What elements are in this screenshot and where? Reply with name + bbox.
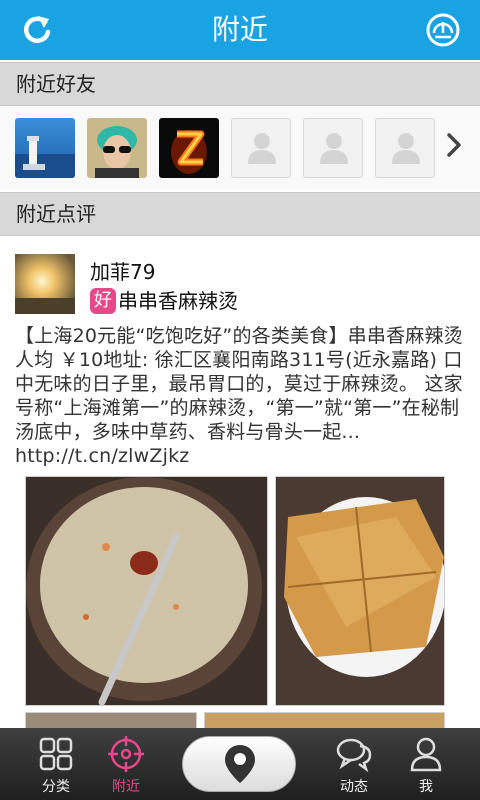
nav-label: 我 — [419, 779, 433, 795]
reviewer-avatar[interactable] — [15, 254, 75, 314]
nav-activity[interactable]: 动态 — [314, 728, 394, 800]
friend-avatar-flame-z[interactable] — [159, 118, 219, 178]
nearby-reviews-header: 附近点评 — [0, 192, 480, 236]
chat-bubbles-icon — [336, 738, 372, 772]
nav-label: 动态 — [340, 779, 368, 795]
review-photo-3[interactable] — [25, 712, 197, 728]
bottom-nav: 分类 附近 动态 我 — [0, 728, 480, 800]
nav-nearby[interactable]: 附近 — [86, 728, 166, 800]
good-rating-badge: 好 — [90, 288, 116, 314]
shop-name[interactable]: 串串香麻辣烫 — [118, 288, 238, 314]
nav-label: 分类 — [42, 779, 70, 795]
friend-avatar-default[interactable] — [231, 118, 291, 178]
friend-avatar-default[interactable] — [303, 118, 363, 178]
person-icon — [410, 737, 442, 772]
friend-avatar-lighthouse[interactable] — [15, 118, 75, 178]
review-text[interactable]: 【上海20元能“吃饱吃好”的各类美食】串串香麻辣烫人均 ￥10地址: 徐汇区襄阳… — [15, 324, 465, 468]
chevron-right-icon[interactable] — [444, 130, 464, 160]
section-title: 附近点评 — [16, 202, 96, 226]
friend-avatar-default[interactable] — [375, 118, 435, 178]
nav-me[interactable]: 我 — [386, 728, 466, 800]
user-silhouette-icon — [392, 133, 420, 164]
page-title: 附近 — [211, 13, 268, 46]
user-silhouette-icon — [320, 133, 348, 164]
reviewer-name[interactable]: 加菲79 — [90, 256, 155, 285]
grid-icon — [39, 737, 73, 771]
friends-list — [0, 106, 480, 190]
review-photo-soup[interactable] — [25, 476, 268, 706]
review-photo-4[interactable] — [204, 712, 445, 728]
section-title: 附近好友 — [16, 72, 96, 96]
friend-avatar-sunglasses[interactable] — [87, 118, 147, 178]
nav-label: 附近 — [112, 779, 140, 795]
review-photo-pancake[interactable] — [275, 476, 445, 706]
user-silhouette-icon — [248, 133, 276, 164]
location-pin-icon — [225, 745, 255, 783]
location-button[interactable] — [182, 736, 296, 792]
nav-category[interactable]: 分类 — [16, 728, 96, 800]
nearby-friends-header: 附近好友 — [0, 62, 480, 106]
radar-scan-icon[interactable] — [423, 10, 463, 50]
review-item[interactable]: 加菲79 好 串串香麻辣烫 【上海20元能“吃饱吃好”的各类美食】串串香麻辣烫人… — [0, 236, 480, 728]
crosshair-icon — [108, 736, 144, 772]
top-bar: 附近 — [0, 0, 480, 60]
